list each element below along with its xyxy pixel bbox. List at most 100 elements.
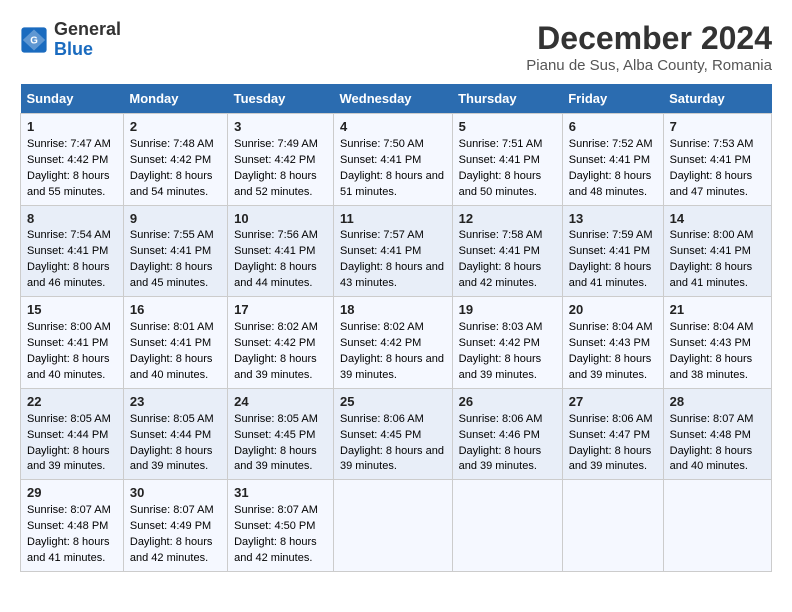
calendar-cell: 2Sunrise: 7:48 AMSunset: 4:42 PMDaylight… [123, 114, 227, 206]
sunrise-text: Sunrise: 8:06 AM [340, 412, 446, 428]
svg-text:G: G [30, 36, 38, 47]
sunset-text: Sunset: 4:48 PM [670, 428, 765, 444]
day-number: 13 [569, 210, 657, 229]
daylight-text: Daylight: 8 hours and 51 minutes. [340, 169, 446, 201]
sunset-text: Sunset: 4:42 PM [234, 153, 327, 169]
sunset-text: Sunset: 4:44 PM [130, 428, 221, 444]
calendar-cell: 29Sunrise: 8:07 AMSunset: 4:48 PMDayligh… [21, 480, 124, 572]
daylight-text: Daylight: 8 hours and 38 minutes. [670, 352, 765, 384]
calendar-cell: 3Sunrise: 7:49 AMSunset: 4:42 PMDaylight… [228, 114, 334, 206]
sunrise-text: Sunrise: 7:53 AM [670, 137, 765, 153]
sunrise-text: Sunrise: 7:55 AM [130, 228, 221, 244]
sunset-text: Sunset: 4:41 PM [130, 244, 221, 260]
calendar-cell: 16Sunrise: 8:01 AMSunset: 4:41 PMDayligh… [123, 297, 227, 389]
sunset-text: Sunset: 4:45 PM [234, 428, 327, 444]
sunset-text: Sunset: 4:41 PM [670, 244, 765, 260]
header-day: Thursday [452, 84, 562, 114]
calendar-week-row: 29Sunrise: 8:07 AMSunset: 4:48 PMDayligh… [21, 480, 772, 572]
day-number: 12 [459, 210, 556, 229]
daylight-text: Daylight: 8 hours and 42 minutes. [234, 535, 327, 567]
daylight-text: Daylight: 8 hours and 39 minutes. [340, 444, 446, 476]
calendar-cell: 10Sunrise: 7:56 AMSunset: 4:41 PMDayligh… [228, 205, 334, 297]
sunset-text: Sunset: 4:41 PM [234, 244, 327, 260]
header-day: Wednesday [334, 84, 453, 114]
calendar-cell: 8Sunrise: 7:54 AMSunset: 4:41 PMDaylight… [21, 205, 124, 297]
day-number: 8 [27, 210, 117, 229]
daylight-text: Daylight: 8 hours and 42 minutes. [459, 260, 556, 292]
day-number: 22 [27, 393, 117, 412]
day-number: 9 [130, 210, 221, 229]
sunrise-text: Sunrise: 7:49 AM [234, 137, 327, 153]
day-number: 14 [670, 210, 765, 229]
sunrise-text: Sunrise: 7:50 AM [340, 137, 446, 153]
header-day: Sunday [21, 84, 124, 114]
calendar-cell: 1Sunrise: 7:47 AMSunset: 4:42 PMDaylight… [21, 114, 124, 206]
calendar-cell [663, 480, 771, 572]
sunset-text: Sunset: 4:41 PM [459, 153, 556, 169]
day-number: 24 [234, 393, 327, 412]
calendar-cell: 17Sunrise: 8:02 AMSunset: 4:42 PMDayligh… [228, 297, 334, 389]
day-number: 26 [459, 393, 556, 412]
sunset-text: Sunset: 4:41 PM [27, 336, 117, 352]
calendar-cell: 19Sunrise: 8:03 AMSunset: 4:42 PMDayligh… [452, 297, 562, 389]
calendar-cell: 24Sunrise: 8:05 AMSunset: 4:45 PMDayligh… [228, 388, 334, 480]
sunset-text: Sunset: 4:43 PM [569, 336, 657, 352]
logo-blue: Blue [54, 39, 93, 59]
day-number: 4 [340, 118, 446, 137]
daylight-text: Daylight: 8 hours and 39 minutes. [569, 352, 657, 384]
calendar-cell: 18Sunrise: 8:02 AMSunset: 4:42 PMDayligh… [334, 297, 453, 389]
day-number: 30 [130, 484, 221, 503]
sunrise-text: Sunrise: 8:02 AM [340, 320, 446, 336]
sunrise-text: Sunrise: 8:07 AM [670, 412, 765, 428]
calendar-cell: 13Sunrise: 7:59 AMSunset: 4:41 PMDayligh… [562, 205, 663, 297]
sunset-text: Sunset: 4:41 PM [130, 336, 221, 352]
calendar-cell: 20Sunrise: 8:04 AMSunset: 4:43 PMDayligh… [562, 297, 663, 389]
sunrise-text: Sunrise: 8:07 AM [130, 503, 221, 519]
logo-general: General [54, 19, 121, 39]
sunset-text: Sunset: 4:41 PM [340, 244, 446, 260]
sunrise-text: Sunrise: 8:07 AM [234, 503, 327, 519]
sunrise-text: Sunrise: 7:48 AM [130, 137, 221, 153]
sunrise-text: Sunrise: 8:02 AM [234, 320, 327, 336]
header-day: Tuesday [228, 84, 334, 114]
sunrise-text: Sunrise: 7:59 AM [569, 228, 657, 244]
sunrise-text: Sunrise: 7:57 AM [340, 228, 446, 244]
calendar-cell: 15Sunrise: 8:00 AMSunset: 4:41 PMDayligh… [21, 297, 124, 389]
daylight-text: Daylight: 8 hours and 52 minutes. [234, 169, 327, 201]
sunrise-text: Sunrise: 8:01 AM [130, 320, 221, 336]
calendar-cell [452, 480, 562, 572]
day-number: 1 [27, 118, 117, 137]
sunset-text: Sunset: 4:41 PM [27, 244, 117, 260]
day-number: 28 [670, 393, 765, 412]
day-number: 10 [234, 210, 327, 229]
calendar-week-row: 22Sunrise: 8:05 AMSunset: 4:44 PMDayligh… [21, 388, 772, 480]
calendar-cell: 22Sunrise: 8:05 AMSunset: 4:44 PMDayligh… [21, 388, 124, 480]
day-number: 21 [670, 301, 765, 320]
sunset-text: Sunset: 4:42 PM [459, 336, 556, 352]
daylight-text: Daylight: 8 hours and 40 minutes. [670, 444, 765, 476]
day-number: 19 [459, 301, 556, 320]
header-day: Monday [123, 84, 227, 114]
sunrise-text: Sunrise: 8:05 AM [130, 412, 221, 428]
sunset-text: Sunset: 4:41 PM [670, 153, 765, 169]
sunset-text: Sunset: 4:49 PM [130, 519, 221, 535]
calendar-cell: 30Sunrise: 8:07 AMSunset: 4:49 PMDayligh… [123, 480, 227, 572]
calendar-cell: 27Sunrise: 8:06 AMSunset: 4:47 PMDayligh… [562, 388, 663, 480]
calendar-cell: 21Sunrise: 8:04 AMSunset: 4:43 PMDayligh… [663, 297, 771, 389]
daylight-text: Daylight: 8 hours and 39 minutes. [130, 444, 221, 476]
header-day: Saturday [663, 84, 771, 114]
sunrise-text: Sunrise: 7:56 AM [234, 228, 327, 244]
logo: G General Blue [20, 20, 121, 60]
day-number: 17 [234, 301, 327, 320]
sunset-text: Sunset: 4:41 PM [569, 244, 657, 260]
page-title: December 2024 [526, 20, 772, 57]
day-number: 5 [459, 118, 556, 137]
daylight-text: Daylight: 8 hours and 46 minutes. [27, 260, 117, 292]
sunset-text: Sunset: 4:44 PM [27, 428, 117, 444]
sunrise-text: Sunrise: 8:06 AM [459, 412, 556, 428]
calendar-cell: 14Sunrise: 8:00 AMSunset: 4:41 PMDayligh… [663, 205, 771, 297]
sunset-text: Sunset: 4:42 PM [27, 153, 117, 169]
daylight-text: Daylight: 8 hours and 42 minutes. [130, 535, 221, 567]
daylight-text: Daylight: 8 hours and 41 minutes. [27, 535, 117, 567]
sunset-text: Sunset: 4:42 PM [234, 336, 327, 352]
